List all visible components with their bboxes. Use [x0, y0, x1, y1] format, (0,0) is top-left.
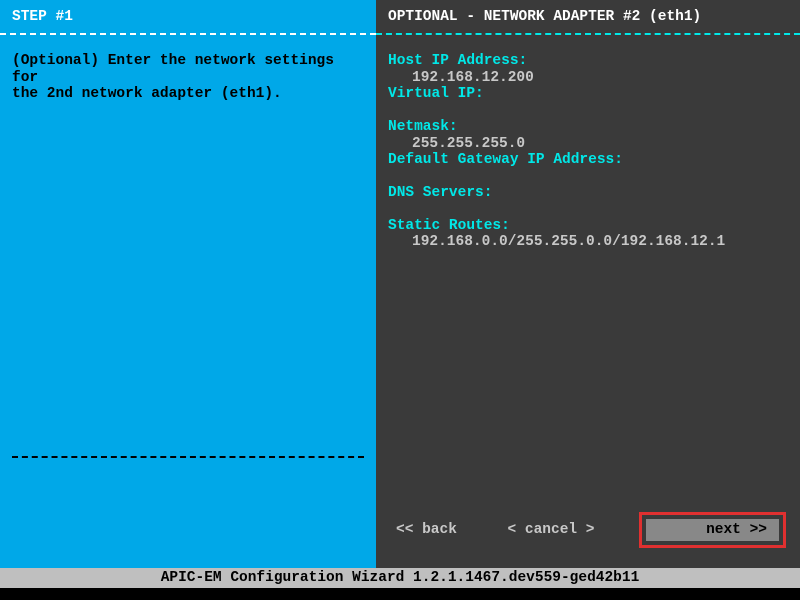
static-routes-label: Static Routes:: [388, 218, 788, 235]
status-bar-text: APIC-EM Configuration Wizard 1.2.1.1467.…: [161, 570, 640, 586]
netmask-value: 255.255.255.0: [388, 136, 788, 153]
next-button-highlight: next >>: [639, 512, 786, 548]
static-routes-value: 192.168.0.0/255.255.0.0/192.168.12.1: [388, 234, 788, 251]
left-content: (Optional) Enter the network settings fo…: [0, 35, 376, 568]
bottom-strip: [0, 588, 800, 600]
back-button[interactable]: << back: [390, 519, 463, 541]
status-bar: APIC-EM Configuration Wizard 1.2.1.1467.…: [0, 568, 800, 588]
dns-label: DNS Servers:: [388, 185, 788, 202]
left-panel: STEP #1 (Optional) Enter the network set…: [0, 0, 376, 568]
main-panels: STEP #1 (Optional) Enter the network set…: [0, 0, 800, 568]
next-button[interactable]: next >>: [646, 519, 779, 541]
gateway-label: Default Gateway IP Address:: [388, 152, 788, 169]
footer-buttons: << back < cancel > next >>: [376, 512, 800, 548]
right-panel: OPTIONAL - NETWORK ADAPTER #2 (eth1) Hos…: [376, 0, 800, 568]
cancel-button[interactable]: < cancel >: [501, 519, 600, 541]
host-ip-label: Host IP Address:: [388, 53, 788, 70]
virtual-ip-label: Virtual IP:: [388, 86, 788, 103]
panel-title: OPTIONAL - NETWORK ADAPTER #2 (eth1): [388, 9, 701, 25]
left-bottom-divider: [12, 456, 364, 458]
host-ip-value: 192.168.12.200: [388, 70, 788, 87]
step-title: STEP #1: [12, 9, 73, 25]
panel-header: OPTIONAL - NETWORK ADAPTER #2 (eth1): [376, 0, 800, 33]
wizard-screen: STEP #1 (Optional) Enter the network set…: [0, 0, 800, 600]
right-content: Host IP Address: 192.168.12.200 Virtual …: [376, 35, 800, 568]
instruction-line-1: (Optional) Enter the network settings fo…: [12, 53, 364, 86]
instruction-line-2: the 2nd network adapter (eth1).: [12, 86, 364, 103]
netmask-label: Netmask:: [388, 119, 788, 136]
step-header: STEP #1: [0, 0, 376, 33]
